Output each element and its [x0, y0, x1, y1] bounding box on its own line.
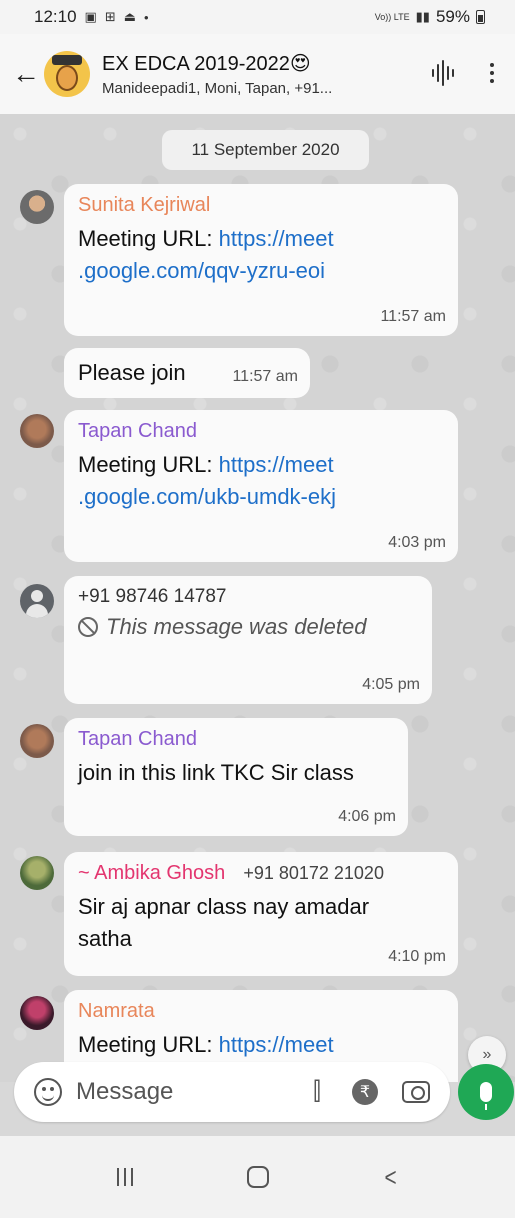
message-bubble[interactable]: ~ Ambika Ghosh +91 80172 21020 Sir aj apn…	[64, 852, 458, 976]
nav-back-button[interactable]: <	[384, 1162, 396, 1193]
mic-icon	[480, 1082, 492, 1110]
message-bubble[interactable]: Tapan Chand join in this link TKC Sir cl…	[64, 718, 408, 836]
sender-name: ~ Ambika Ghosh	[78, 862, 226, 884]
avatar[interactable]	[20, 996, 54, 1030]
signal-icon: ▮▮	[415, 9, 430, 24]
sender-name: +91 98746 14787	[78, 586, 227, 607]
message-text: Sir aj apnar class nay amadar	[78, 894, 370, 919]
system-nav-bar: <	[0, 1136, 515, 1218]
message-text: Please join	[78, 360, 186, 385]
paperclip-icon[interactable]: ⫿	[304, 1078, 330, 1106]
message-composer: ⫿ ₹	[14, 1062, 450, 1122]
message-input[interactable]	[76, 1078, 296, 1106]
rupee-icon[interactable]: ₹	[352, 1079, 378, 1105]
camera-icon[interactable]	[402, 1081, 430, 1103]
notification-icon: ⊞	[104, 9, 116, 24]
recent-apps-button[interactable]	[116, 1168, 133, 1186]
arrow-left-icon: ←	[12, 58, 40, 89]
meeting-link[interactable]: https://meet	[219, 452, 334, 477]
message-text: Meeting URL:	[78, 1032, 219, 1057]
status-bar: 12:10 ▣ ⊞ ⏏ • Vo)) LTE ▮▮ 59%	[0, 0, 515, 34]
message-time: 4:06 pm	[338, 808, 396, 825]
chat-area[interactable]: 11 September 2020 Sunita Kejriwal Meetin…	[0, 114, 515, 1082]
deleted-icon	[78, 617, 98, 637]
date-chip: 11 September 2020	[162, 130, 369, 170]
sender-name: Tapan Chand	[78, 420, 197, 442]
more-vert-icon	[490, 63, 494, 67]
message-bubble[interactable]: +91 98746 14787 This message was deleted…	[64, 576, 432, 704]
more-options-button[interactable]	[482, 56, 502, 90]
avatar[interactable]	[20, 584, 54, 618]
battery-level: 59%	[435, 7, 470, 26]
message-text: Meeting URL:	[78, 452, 219, 477]
voice-wave-icon	[432, 69, 434, 77]
message-time: 4:10 pm	[388, 948, 446, 965]
sender-name: Tapan Chand	[78, 728, 197, 750]
status-time: 12:10	[34, 7, 77, 26]
emoji-icon[interactable]	[34, 1078, 62, 1106]
battery-icon	[476, 10, 485, 24]
message-text: satha	[78, 926, 132, 951]
message-time: 11:57 am	[380, 308, 446, 325]
message-bubble[interactable]: Sunita Kejriwal Meeting URL: https://mee…	[64, 184, 458, 336]
meeting-link[interactable]: https://meet	[219, 226, 334, 251]
group-title: EX EDCA 2019-2022😍	[102, 53, 311, 75]
network-label: Vo)) LTE	[374, 12, 410, 22]
message-time: 4:05 pm	[362, 676, 420, 693]
message-bubble[interactable]: Please join 11:57 am	[64, 348, 310, 398]
voice-call-button[interactable]	[428, 58, 458, 88]
dot-icon: •	[144, 9, 149, 25]
group-members: Manideepadi1, Moni, Tapan, +91...	[102, 80, 333, 97]
message-text: Meeting URL:	[78, 226, 219, 251]
notification-icon: ⏏	[123, 9, 137, 24]
message-text: join in this link TKC Sir class	[78, 760, 354, 785]
notification-icon: ▣	[84, 9, 97, 24]
message-bubble[interactable]: Tapan Chand Meeting URL: https://meet .g…	[64, 410, 458, 562]
message-time: 11:57 am	[232, 368, 298, 385]
message-time: 4:03 pm	[388, 534, 446, 551]
sender-name: Namrata	[78, 1000, 155, 1022]
double-chevron-down-icon: »	[482, 1046, 492, 1063]
home-button[interactable]	[246, 1166, 269, 1188]
mic-button[interactable]	[458, 1064, 514, 1120]
avatar[interactable]	[20, 856, 54, 890]
chat-header: ← EX EDCA 2019-2022😍 Manideepadi1, Moni,…	[0, 34, 515, 114]
meeting-link[interactable]: https://meet	[219, 1032, 334, 1057]
sender-name: Sunita Kejriwal	[78, 194, 211, 216]
meeting-link[interactable]: .google.com/ukb-umdk-ekj	[78, 484, 336, 509]
group-info[interactable]: EX EDCA 2019-2022😍 Manideepadi1, Moni, T…	[102, 51, 402, 97]
avatar[interactable]	[20, 190, 54, 224]
group-avatar[interactable]	[44, 51, 90, 97]
meeting-link[interactable]: .google.com/qqv-yzru-eoi	[78, 258, 325, 283]
deleted-message-text: This message was deleted	[106, 614, 367, 639]
avatar[interactable]	[20, 414, 54, 448]
sender-phone: +91 80172 21020	[243, 863, 384, 883]
avatar[interactable]	[20, 724, 54, 758]
